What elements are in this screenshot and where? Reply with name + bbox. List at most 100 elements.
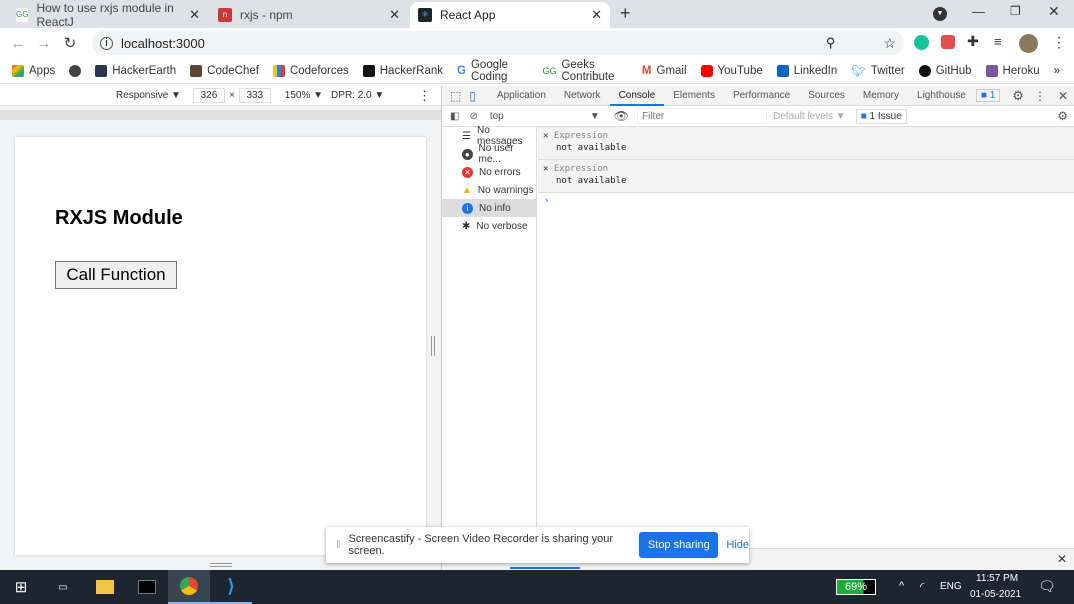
zoom-icon[interactable]: ⚲: [826, 35, 836, 51]
close-icon[interactable]: ✕: [189, 7, 200, 23]
bookmark-gmail[interactable]: M Gmail: [642, 65, 687, 77]
vscode-icon[interactable]: ⟩: [210, 570, 252, 604]
new-tab-button[interactable]: +: [620, 3, 631, 24]
device-mode-select[interactable]: Responsive ▼: [116, 90, 181, 101]
bookmark-apps[interactable]: Apps: [12, 64, 55, 77]
height-input[interactable]: 333: [238, 88, 271, 103]
extensions-puzzle-icon[interactable]: ✚: [967, 33, 979, 50]
sidebar-toggle-icon[interactable]: ◧: [450, 111, 459, 122]
log-levels-select[interactable]: Default levels ▼: [773, 111, 846, 122]
inspect-element-icon[interactable]: ⬚: [450, 89, 461, 103]
bookmark-hackerrank[interactable]: HackerRank: [362, 64, 443, 77]
tab-npm[interactable]: n rxjs - npm ✕: [210, 2, 408, 28]
sidebar-item-warnings[interactable]: ▲ No warnings: [442, 181, 536, 199]
remove-expression-icon[interactable]: ✕: [543, 131, 548, 141]
zoom-select[interactable]: 150% ▼: [285, 90, 323, 101]
bookmark-label: Google Coding: [470, 58, 509, 83]
issues-button[interactable]: ■ 1 Issue: [855, 108, 907, 124]
bookmark-youtube[interactable]: YouTube: [700, 64, 763, 77]
language-indicator[interactable]: ENG: [940, 581, 962, 592]
expression-label[interactable]: Expression: [554, 131, 608, 141]
restore-button[interactable]: ❐: [1010, 4, 1021, 18]
remove-expression-icon[interactable]: ✕: [543, 164, 548, 174]
close-window-button[interactable]: ✕: [1048, 3, 1060, 20]
clear-console-icon[interactable]: ⊘: [469, 111, 477, 122]
bookmark-hackerearth[interactable]: HackerEarth: [95, 64, 176, 77]
grammarly-icon[interactable]: [914, 35, 929, 50]
clock-time[interactable]: 11:57 PM: [976, 573, 1018, 584]
info-icon[interactable]: i: [100, 36, 113, 50]
tab-gfg[interactable]: GG How to use rxjs module in ReactJ ✕: [8, 1, 208, 29]
battery-indicator[interactable]: 69%: [836, 579, 876, 595]
eye-icon[interactable]: 👁︎: [614, 109, 629, 123]
tab-network[interactable]: Network: [555, 86, 610, 106]
sidebar-item-verbose[interactable]: ✱ No verbose: [442, 217, 536, 235]
tab-search-icon[interactable]: ▼: [933, 7, 947, 21]
console-settings-icon[interactable]: ⚙: [1057, 109, 1068, 123]
tab-elements[interactable]: Elements: [664, 86, 724, 106]
more-bookmarks-icon[interactable]: »: [1054, 65, 1060, 77]
reading-list-icon[interactable]: ≡: [994, 34, 1002, 49]
windows-start-icon[interactable]: ⊞: [0, 570, 42, 604]
menu-icon[interactable]: ⋮: [1052, 34, 1066, 51]
close-icon[interactable]: ✕: [591, 7, 602, 23]
width-input[interactable]: 326: [192, 88, 225, 103]
close-devtools-icon[interactable]: ✕: [1058, 89, 1068, 103]
bookmark-globe[interactable]: [69, 64, 82, 77]
resize-handle-right[interactable]: [431, 336, 435, 356]
wifi-icon[interactable]: ◜: [920, 580, 924, 593]
close-drawer-icon[interactable]: ✕: [1057, 552, 1067, 566]
task-view-icon[interactable]: ▭: [42, 570, 84, 604]
context-select[interactable]: top: [490, 111, 590, 122]
chevron-down-icon[interactable]: ▼: [590, 111, 600, 122]
hide-button[interactable]: Hide: [726, 539, 749, 551]
dpr-select[interactable]: DPR: 2.0 ▼: [331, 90, 384, 101]
settings-icon[interactable]: ⚙: [1012, 88, 1024, 104]
drag-handle-icon[interactable]: ‖: [336, 539, 341, 551]
stop-sharing-button[interactable]: Stop sharing: [639, 532, 719, 558]
tab-console[interactable]: Console: [609, 86, 665, 106]
expression-label[interactable]: Expression: [554, 164, 608, 174]
tab-application[interactable]: Application: [488, 86, 555, 106]
filter-input[interactable]: Filter: [636, 108, 767, 124]
more-icon[interactable]: ⋮: [1034, 89, 1046, 103]
resize-handle-bottom[interactable]: [210, 563, 232, 567]
issues-badge[interactable]: ■ 1: [975, 89, 1001, 102]
tray-chevron-icon[interactable]: ^: [899, 580, 904, 592]
bookmark-twitter[interactable]: 🐦︎ Twitter: [851, 64, 904, 78]
back-icon[interactable]: ←: [5, 35, 31, 52]
clock-date[interactable]: 01-05-2021: [970, 589, 1021, 600]
bookmark-geeks[interactable]: GG Geeks Contribute: [542, 59, 627, 83]
tab-performance[interactable]: Performance: [724, 86, 799, 106]
bookmark-codeforces[interactable]: Codeforces: [272, 64, 349, 77]
chrome-icon[interactable]: [168, 570, 210, 604]
sidebar-item-errors[interactable]: ✕ No errors: [442, 163, 536, 181]
avatar[interactable]: [1019, 34, 1038, 53]
minimize-button[interactable]: —: [972, 4, 985, 19]
close-icon[interactable]: ✕: [389, 7, 400, 23]
sidebar-item-user-messages[interactable]: ● No user me...: [442, 143, 536, 165]
tab-memory[interactable]: Memory: [854, 86, 908, 106]
star-icon[interactable]: ☆: [883, 35, 896, 52]
forward-icon[interactable]: →: [31, 35, 57, 52]
live-expression: ✕ Expression not available: [538, 160, 1074, 193]
notifications-icon[interactable]: 🗨︎: [1038, 578, 1056, 595]
more-options-icon[interactable]: ⋮: [418, 88, 431, 104]
sidebar-item-info[interactable]: i No info: [442, 199, 536, 217]
extension-icon[interactable]: [941, 35, 955, 49]
tab-react-app[interactable]: ⚛ React App ✕: [410, 2, 610, 28]
bookmark-github[interactable]: GitHub: [918, 64, 972, 77]
terminal-icon[interactable]: [126, 570, 168, 604]
tab-sources[interactable]: Sources: [799, 86, 854, 106]
bookmark-google-coding[interactable]: G Google Coding: [457, 59, 528, 83]
reload-icon[interactable]: ↻: [57, 34, 83, 52]
bookmark-linkedin[interactable]: LinkedIn: [776, 64, 837, 77]
console-prompt[interactable]: ›: [538, 193, 1074, 209]
call-function-button[interactable]: Call Function: [55, 261, 177, 289]
file-explorer-icon[interactable]: [84, 570, 126, 604]
tab-lighthouse[interactable]: Lighthouse: [908, 86, 975, 106]
bookmark-heroku[interactable]: Heroku: [985, 64, 1040, 77]
bookmark-codechef[interactable]: CodeChef: [190, 64, 259, 77]
device-toggle-icon[interactable]: ▯: [469, 89, 476, 103]
address-input[interactable]: i localhost:3000 ⚲ ☆: [92, 31, 904, 55]
